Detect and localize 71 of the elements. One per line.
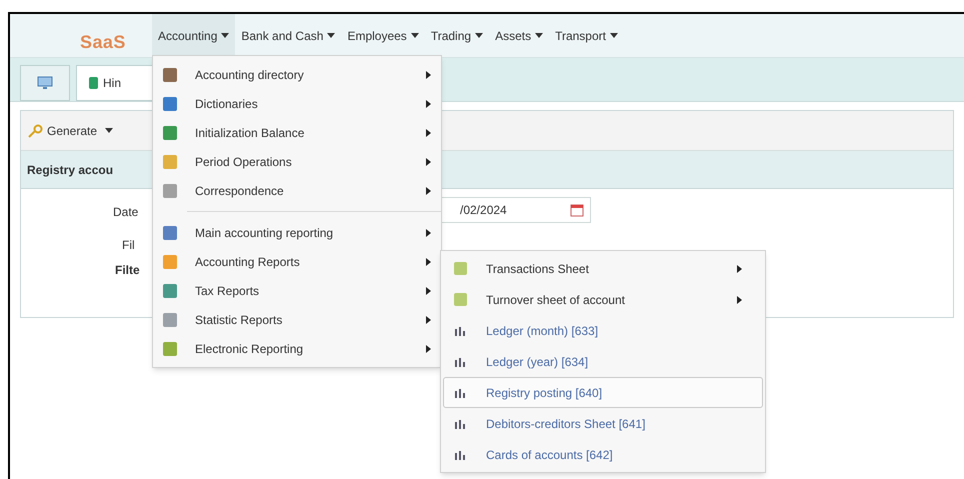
menu-item[interactable]: Tax Reports	[153, 276, 441, 305]
chart-icon	[454, 356, 466, 366]
chart-icon	[454, 326, 466, 336]
document-icon	[89, 77, 98, 89]
menu-item[interactable]: Dictionaries	[153, 89, 441, 118]
menu-bar-item[interactable]: Bank and Cash	[235, 14, 342, 57]
submenu-item[interactable]: Transactions Sheet	[443, 253, 763, 284]
menu-bar-item[interactable]: Assets	[489, 14, 550, 57]
submenu-arrow-icon	[426, 286, 431, 294]
menu-item-icon	[163, 126, 177, 140]
menu-bar-item[interactable]: Employees	[341, 14, 425, 57]
field-label: Filte	[115, 262, 140, 279]
submenu-item[interactable]: Registry posting [640]	[443, 377, 763, 408]
submenu-arrow-icon	[426, 258, 431, 266]
submenu-arrow-icon	[737, 296, 742, 304]
menu-item[interactable]: Accounting Reports	[153, 247, 441, 276]
monitor-icon	[37, 76, 53, 90]
logo: SaaS	[80, 33, 126, 51]
date-field[interactable]: /02/2024	[441, 197, 591, 223]
menu-item[interactable]: Statistic Reports	[153, 305, 441, 334]
menu-item[interactable]: Main accounting reporting	[153, 218, 441, 247]
caret-icon	[410, 33, 419, 38]
submenu-item[interactable]: Turnover sheet of account	[443, 284, 763, 315]
submenu-item[interactable]: Ledger (year) [634]	[443, 346, 763, 377]
menu-item[interactable]: Period Operations	[153, 147, 441, 176]
submenu-arrow-icon	[426, 344, 431, 352]
chart-icon	[454, 418, 466, 428]
caret-icon	[221, 33, 230, 38]
menu-bar-item[interactable]: Trading	[424, 14, 490, 57]
menu-item-icon	[163, 312, 177, 326]
submenu-item[interactable]: Debitors-creditors Sheet [641]	[443, 408, 763, 439]
menu-bar-item[interactable]: Transport	[549, 14, 624, 57]
menu-item-icon	[163, 68, 177, 82]
calendar-icon	[570, 203, 584, 217]
caret-icon	[105, 128, 114, 133]
submenu-arrow-icon	[426, 70, 431, 78]
submenu-arrow-icon	[426, 316, 431, 324]
submenu-arrow-icon	[426, 128, 431, 136]
chart-icon	[454, 450, 466, 460]
menu-item[interactable]: Accounting directory	[153, 60, 441, 89]
panel-title: Registry accou	[27, 162, 114, 178]
submenu-arrow-icon	[426, 228, 431, 236]
submenu-arrow-icon	[737, 264, 742, 272]
field-label: Date	[113, 204, 138, 221]
submenu-arrow-icon	[426, 158, 431, 166]
menu-item-icon	[163, 226, 177, 240]
menu-item[interactable]: Correspondence	[153, 176, 441, 205]
menu-item-icon	[163, 96, 177, 110]
menu-item-icon	[163, 254, 177, 268]
menu-item-icon	[163, 284, 177, 298]
menu-item-icon	[163, 342, 177, 356]
menu-item-icon	[163, 184, 177, 198]
tab[interactable]	[20, 65, 70, 101]
sheet-icon	[454, 293, 466, 306]
caret-icon	[535, 33, 544, 38]
submenu-arrow-icon	[426, 100, 431, 108]
menu-bar-item[interactable]: Accounting	[152, 14, 236, 57]
caret-icon	[327, 33, 336, 38]
field-label: Fil	[122, 237, 135, 254]
chart-icon	[454, 388, 466, 398]
submenu-item[interactable]: Ledger (month) [633]	[443, 315, 763, 346]
caret-icon	[610, 33, 618, 38]
submenu-arrow-icon	[426, 186, 431, 194]
caret-icon	[475, 33, 484, 38]
menu-item[interactable]: Electronic Reporting	[153, 334, 441, 363]
sheet-icon	[454, 262, 466, 275]
generate-button[interactable]: Generate	[27, 122, 114, 140]
menu-item[interactable]: Initialization Balance	[153, 118, 441, 147]
submenu-item[interactable]: Cards of accounts [642]	[443, 439, 763, 470]
menu-item-icon	[163, 154, 177, 168]
key-icon	[27, 124, 43, 138]
